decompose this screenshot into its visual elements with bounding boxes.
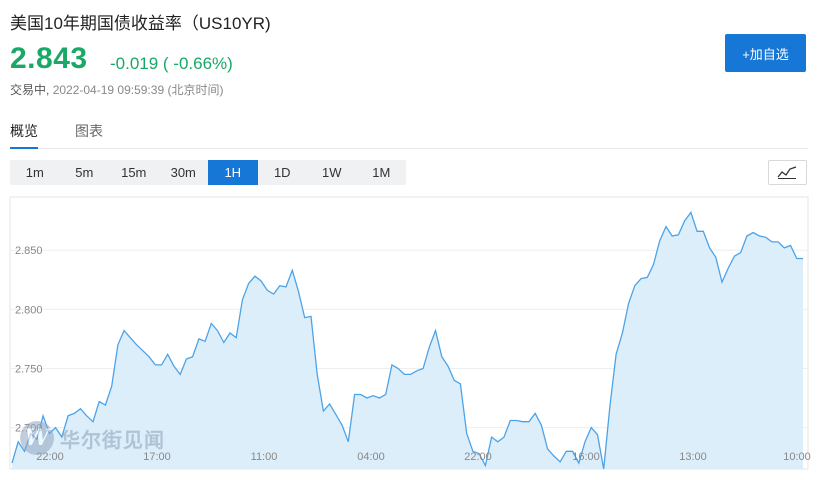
x-tick-label: 04:00: [357, 451, 385, 463]
timestamp: 2022-04-19 09:59:39 (北京时间): [52, 83, 224, 97]
y-tick-label: 2.850: [15, 245, 43, 257]
watermark-text: 华尔街见闻: [60, 429, 165, 452]
time-range-selector: 1m 5m 15m 30m 1H 1D 1W 1M: [10, 160, 406, 185]
trading-status: 交易中, 2022-04-19 09:59:39 (北京时间): [10, 81, 223, 98]
page-title: 美国10年期国债收益率（US10YR): [10, 14, 271, 33]
tab-chart[interactable]: 图表: [75, 121, 103, 147]
x-tick-label: 16:00: [572, 451, 600, 463]
tab-bar: 概览 图表: [10, 121, 808, 149]
y-tick-label: 2.800: [15, 304, 43, 316]
x-tick-label: 11:00: [251, 451, 278, 463]
range-1mo[interactable]: 1M: [357, 160, 407, 185]
x-tick-label: 13:00: [679, 451, 707, 463]
line-chart-icon: [777, 166, 797, 179]
range-1w[interactable]: 1W: [307, 160, 357, 185]
current-price: 2.843: [10, 42, 88, 75]
tab-overview[interactable]: 概览: [10, 121, 38, 149]
range-1h[interactable]: 1H: [208, 160, 258, 185]
range-15m[interactable]: 15m: [109, 160, 159, 185]
watermark: W 华尔街见闻: [20, 421, 165, 455]
x-tick-label: 22:00: [464, 451, 492, 463]
add-watchlist-button[interactable]: +加自选: [725, 34, 806, 72]
y-tick-label: 2.750: [15, 363, 43, 375]
range-1m[interactable]: 1m: [10, 160, 60, 185]
status-label: 交易中,: [10, 83, 50, 97]
chart-type-button[interactable]: [768, 160, 807, 185]
x-tick-label: 10:00: [783, 451, 811, 463]
range-5m[interactable]: 5m: [60, 160, 110, 185]
range-30m[interactable]: 30m: [159, 160, 209, 185]
price-change: -0.019 ( -0.66%): [110, 54, 233, 73]
range-1d[interactable]: 1D: [258, 160, 308, 185]
watermark-logo-icon: W: [20, 421, 54, 455]
